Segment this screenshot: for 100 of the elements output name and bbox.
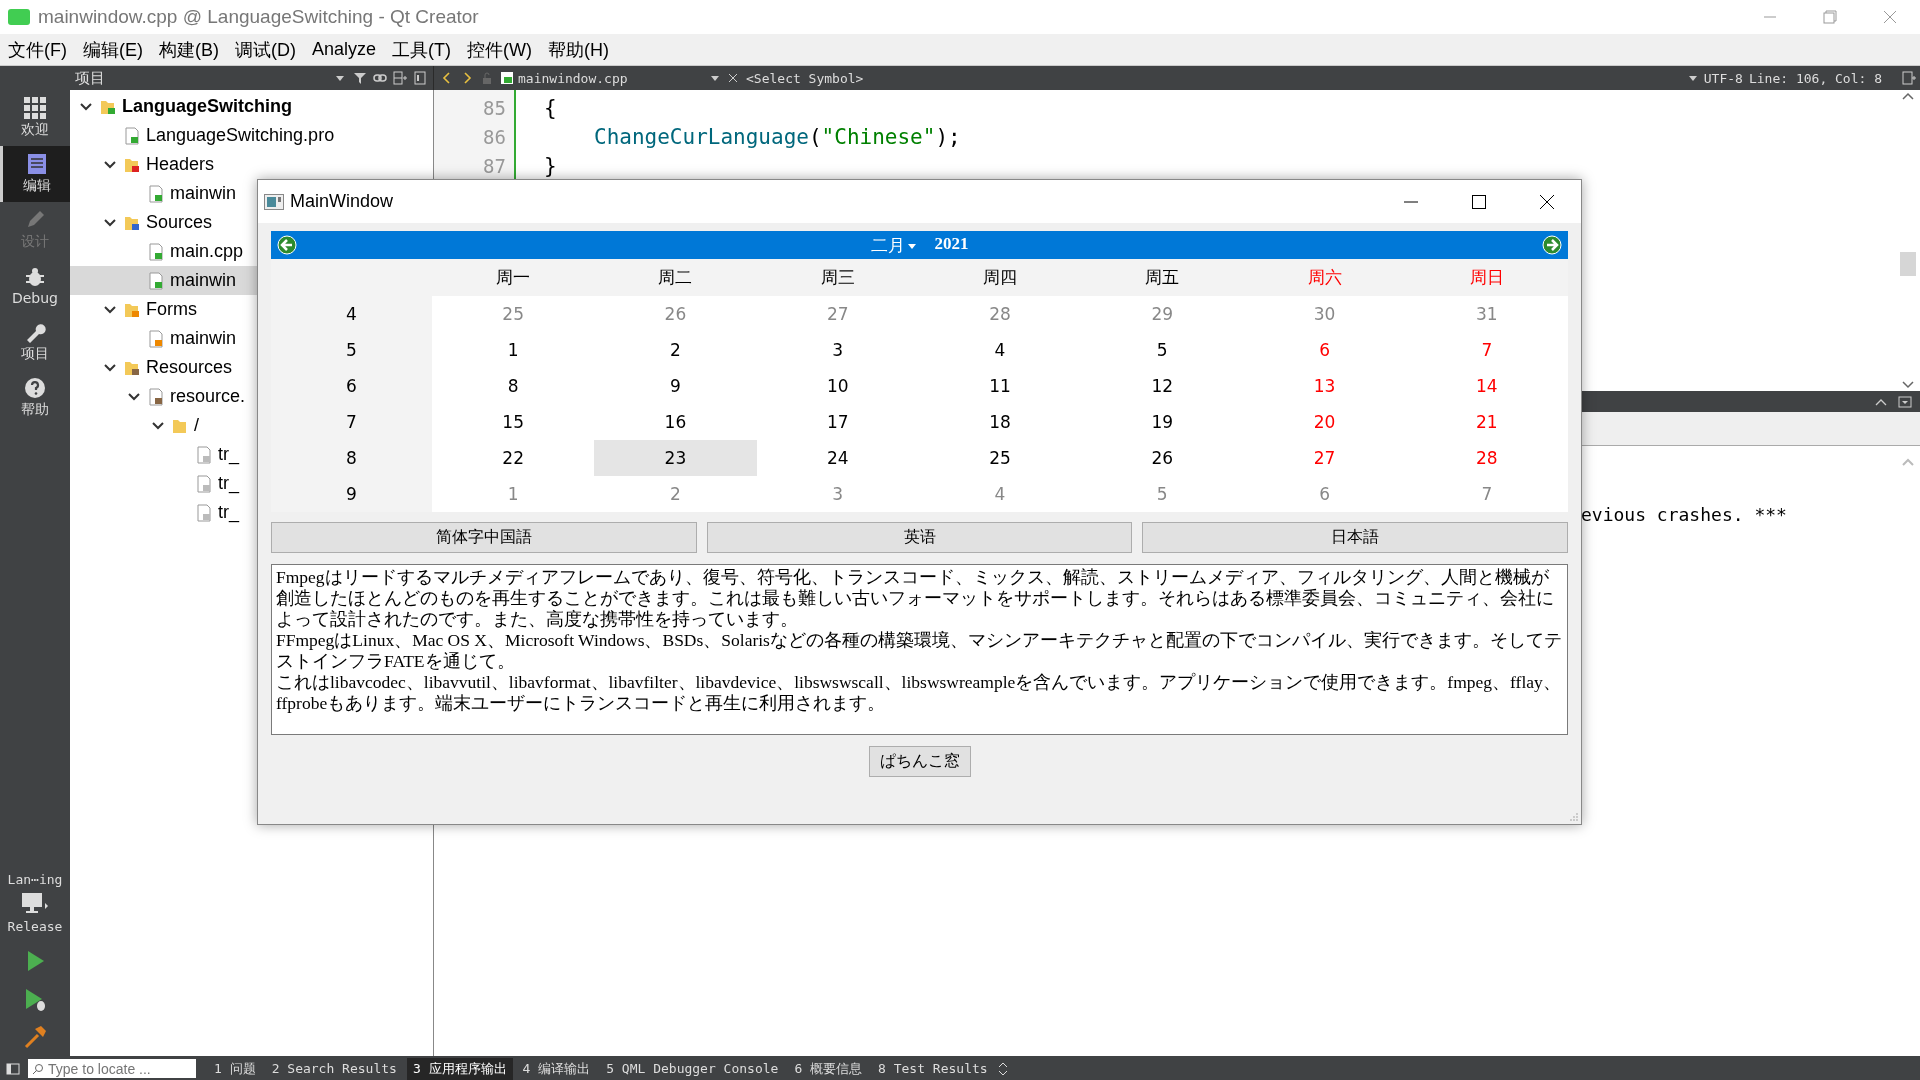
- calendar-day[interactable]: 6: [1243, 476, 1406, 512]
- calendar-day[interactable]: 18: [918, 404, 1082, 440]
- cursor-position[interactable]: Line: 106, Col: 8: [1748, 70, 1882, 86]
- menu-item[interactable]: 控件(W): [459, 37, 540, 62]
- close-pane-icon[interactable]: [413, 71, 427, 85]
- year-selector[interactable]: 2021: [934, 233, 969, 257]
- previous-month-icon[interactable]: [277, 235, 297, 255]
- tree-item[interactable]: Headers: [70, 150, 433, 179]
- next-month-icon[interactable]: [1542, 235, 1562, 255]
- language-button[interactable]: 简体字中国語: [271, 522, 697, 553]
- tree-item[interactable]: LanguageSwitching.pro: [70, 121, 433, 150]
- calendar-day[interactable]: 1: [432, 476, 595, 512]
- calendar-day[interactable]: 12: [1081, 368, 1244, 404]
- calendar-day[interactable]: 3: [756, 332, 919, 368]
- calendar-day[interactable]: 24: [756, 440, 919, 476]
- calendar-day[interactable]: 16: [594, 404, 757, 440]
- tree-item[interactable]: LanguageSwitching: [70, 92, 433, 121]
- menu-item[interactable]: 构建(B): [151, 37, 227, 62]
- output-pane-tab[interactable]: 4 编译输出: [516, 1057, 597, 1080]
- mode-button[interactable]: 编辑: [0, 146, 70, 202]
- pane-menu-icon[interactable]: [1898, 395, 1912, 408]
- bug-icon: [24, 266, 46, 288]
- scrollbar-handle[interactable]: [1900, 252, 1916, 276]
- split-icon[interactable]: [1902, 71, 1916, 85]
- calendar-day[interactable]: 1: [432, 332, 595, 368]
- filter-icon[interactable]: [353, 71, 367, 85]
- paragraph: Fmpegはリードするマルチメディアフレームであり、復号、符号化、トランスコード、ミックス、解読、ストリームメディア、フィルタリング、人間と機械が創造したほとんどのものを再生することができます。これは最も難しい古いフォーマットをサポートします。それらはある標準委員会、コミュニティ、会社によって設計されたのです。また、高度な携帯性を持っています。: [276, 567, 1555, 630]
- calendar-day[interactable]: 20: [1243, 404, 1406, 440]
- up-down-icon[interactable]: [997, 1061, 1008, 1076]
- calendar-day[interactable]: 10: [756, 368, 919, 404]
- locate-field[interactable]: Type to locate ...: [28, 1059, 196, 1078]
- output-pane-tab[interactable]: 1 问题: [208, 1057, 262, 1080]
- link-icon[interactable]: [373, 71, 387, 85]
- month-selector[interactable]: 二月: [870, 233, 917, 257]
- calendar-day[interactable]: 15: [432, 404, 595, 440]
- calendar-day[interactable]: 2: [594, 332, 757, 368]
- resize-grip-icon[interactable]: [1568, 811, 1578, 821]
- scroll-up-icon[interactable]: [1901, 90, 1915, 102]
- menu-item[interactable]: 文件(F): [0, 37, 75, 62]
- calendar-day[interactable]: 28: [918, 296, 1082, 332]
- calendar-day[interactable]: 25: [918, 440, 1082, 476]
- calendar-day[interactable]: 2: [594, 476, 757, 512]
- output-pane-tab[interactable]: 6 概要信息: [788, 1057, 869, 1080]
- calendar-day[interactable]: 5: [1081, 332, 1244, 368]
- tree-item[interactable]: main.cpp: [70, 237, 433, 266]
- mode-button[interactable]: 欢迎: [0, 90, 70, 146]
- calendar-day[interactable]: 7: [1405, 476, 1568, 512]
- text-area[interactable]: [271, 564, 1568, 735]
- calendar-day[interactable]: 26: [1081, 440, 1244, 476]
- menu-item[interactable]: 调试(D): [227, 37, 304, 62]
- mode-button[interactable]: 项目: [0, 314, 70, 370]
- calendar-day[interactable]: 4: [918, 476, 1082, 512]
- hammer-icon[interactable]: [22, 1024, 48, 1050]
- calendar-day[interactable]: 4: [918, 332, 1082, 368]
- output-pane-tab[interactable]: 2 Search Results: [265, 1059, 403, 1078]
- menu-item[interactable]: 编辑(E): [75, 37, 151, 62]
- calendar-day[interactable]: 11: [918, 368, 1082, 404]
- language-button[interactable]: 日本語: [1142, 522, 1568, 553]
- calendar-day[interactable]: 27: [756, 296, 919, 332]
- popup-button[interactable]: ぱちんこ窓: [868, 746, 971, 777]
- calendar-day[interactable]: 6: [1243, 332, 1406, 368]
- calendar-day[interactable]: 26: [594, 296, 757, 332]
- dropdown-icon[interactable]: [1687, 73, 1698, 83]
- menu-item[interactable]: 帮助(H): [540, 37, 617, 62]
- calendar-day[interactable]: 22: [432, 440, 595, 476]
- calendar-day[interactable]: 30: [1243, 296, 1406, 332]
- calendar-day[interactable]: 5: [1081, 476, 1244, 512]
- output-pane-tab[interactable]: 3 应用程序输出: [406, 1057, 513, 1080]
- monitor-icon[interactable]: [20, 891, 50, 915]
- sidebar-toggle-icon[interactable]: [6, 1061, 20, 1076]
- scroll-down-icon[interactable]: [1901, 379, 1915, 391]
- symbol-selector[interactable]: <Select Symbol>: [746, 70, 1682, 86]
- calendar-day[interactable]: 8: [432, 368, 595, 404]
- calendar-day[interactable]: 14: [1405, 368, 1568, 404]
- split-icon[interactable]: [393, 71, 407, 85]
- mode-button[interactable]: 帮助: [0, 370, 70, 426]
- maximize-icon[interactable]: [1471, 193, 1487, 210]
- calendar-day[interactable]: 17: [756, 404, 919, 440]
- output-pane-tab[interactable]: 8 Test Results: [872, 1059, 994, 1078]
- calendar-day[interactable]: 23: [594, 440, 757, 476]
- menu-item[interactable]: 工具(T): [384, 37, 459, 62]
- menu-item[interactable]: Analyze: [304, 39, 385, 60]
- file-selector[interactable]: mainwindow.cpp: [500, 70, 720, 86]
- mode-button[interactable]: Debug: [0, 258, 70, 314]
- output-pane-tab[interactable]: 5 QML Debugger Console: [600, 1059, 785, 1078]
- calendar-day[interactable]: 29: [1081, 296, 1244, 332]
- calendar-day[interactable]: 21: [1405, 404, 1568, 440]
- calendar-day[interactable]: 3: [756, 476, 919, 512]
- calendar-day[interactable]: 28: [1405, 440, 1568, 476]
- calendar-day[interactable]: 7: [1405, 332, 1568, 368]
- calendar-day[interactable]: 27: [1243, 440, 1406, 476]
- calendar-day[interactable]: 31: [1405, 296, 1568, 332]
- close-icon[interactable]: [1539, 193, 1555, 210]
- calendar-day[interactable]: 25: [432, 296, 595, 332]
- language-button[interactable]: 英语: [706, 522, 1133, 553]
- encoding-label[interactable]: UTF-8: [1703, 70, 1743, 86]
- calendar-day[interactable]: 19: [1081, 404, 1244, 440]
- close-icon[interactable]: [726, 71, 740, 85]
- calendar-day[interactable]: 13: [1243, 368, 1406, 404]
- calendar-day[interactable]: 9: [594, 368, 757, 404]
